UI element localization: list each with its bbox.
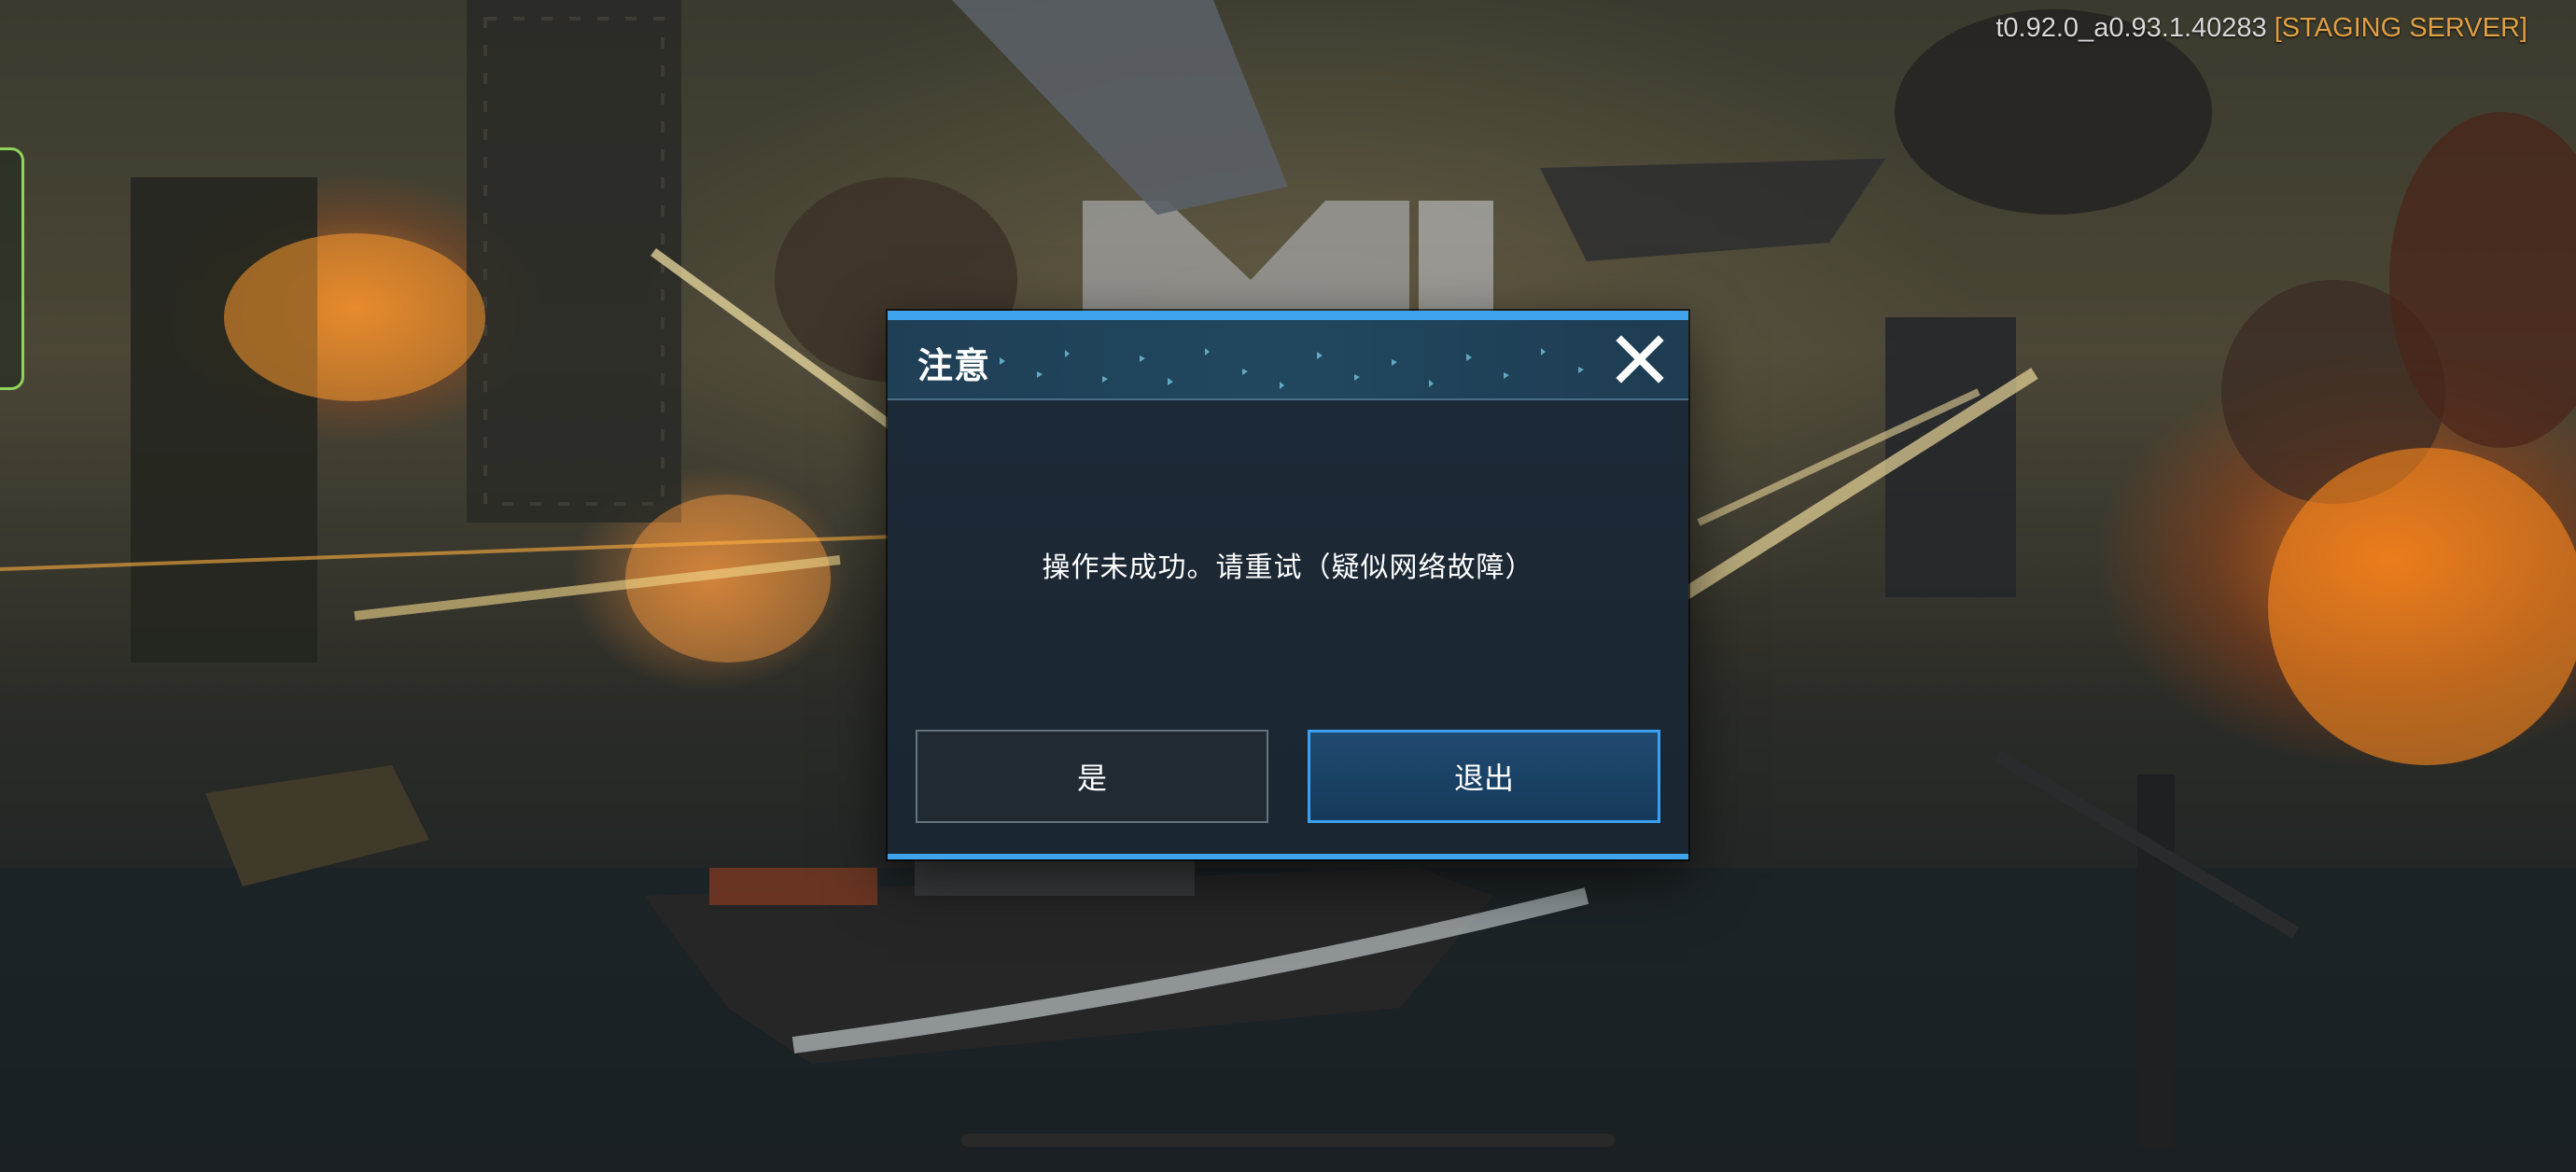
close-x-icon: [1616, 335, 1664, 384]
server-tag: [STAGING SERVER]: [2274, 13, 2527, 43]
confirm-button-label: 是: [1076, 760, 1107, 796]
alert-dialog: 注意 操作未成功。请重试（疑似网络故障） 是 退出: [888, 311, 1688, 859]
particle-decoration: [1000, 348, 1584, 389]
build-version: t0.92.0_a0.93.1.40283: [1995, 13, 2267, 43]
home-indicator[interactable]: [961, 1134, 1615, 1147]
dialog-message: 操作未成功。请重试（疑似网络故障）: [1042, 551, 1534, 584]
side-panel-tab[interactable]: [0, 147, 24, 390]
dialog-header: 注意: [888, 320, 1688, 400]
version-label: t0.92.0_a0.93.1.40283 [STAGING SERVER]: [1995, 13, 2527, 44]
confirm-button[interactable]: 是: [916, 730, 1268, 823]
game-screen: t0.92.0_a0.93.1.40283 [STAGING SERVER] 注…: [0, 0, 2576, 1172]
dialog-bottom-accent: [888, 854, 1688, 859]
dialog-top-accent: [888, 311, 1688, 320]
dialog-title: 注意: [917, 345, 991, 386]
quit-button-label: 退出: [1453, 760, 1514, 796]
close-button[interactable]: [1612, 331, 1668, 387]
quit-button[interactable]: 退出: [1308, 730, 1660, 823]
